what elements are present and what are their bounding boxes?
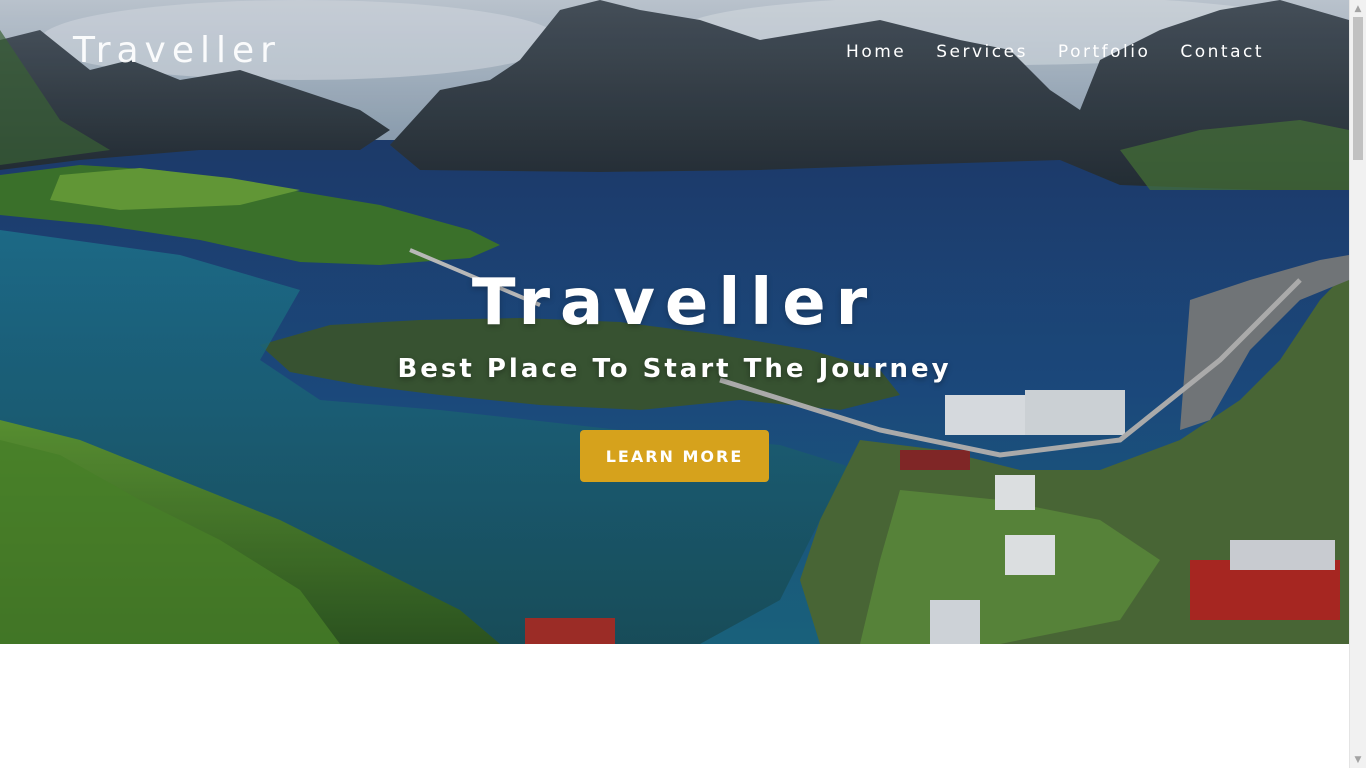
page-viewport: Traveller Home Services Portfolio Contac…	[0, 0, 1366, 768]
learn-more-button[interactable]: LEARN MORE	[580, 430, 769, 482]
nav-item-contact[interactable]: Contact	[1180, 42, 1264, 62]
scrollbar-thumb[interactable]	[1353, 17, 1363, 160]
brand-logo[interactable]: Traveller	[73, 30, 281, 71]
main-nav: Home Services Portfolio Contact	[846, 42, 1264, 62]
below-fold-section	[0, 644, 1349, 768]
nav-item-portfolio[interactable]: Portfolio	[1058, 42, 1150, 62]
hero-section: Traveller Home Services Portfolio Contac…	[0, 0, 1349, 644]
hero-title: Traveller	[471, 266, 878, 340]
chevron-up-icon[interactable]: ▲	[1350, 0, 1366, 17]
vertical-scrollbar[interactable]: ▲ ▼	[1349, 0, 1366, 768]
chevron-down-icon[interactable]: ▼	[1350, 751, 1366, 768]
nav-item-services[interactable]: Services	[936, 42, 1028, 62]
nav-item-home[interactable]: Home	[846, 42, 906, 62]
hero-subtitle: Best Place To Start The Journey	[397, 354, 952, 384]
